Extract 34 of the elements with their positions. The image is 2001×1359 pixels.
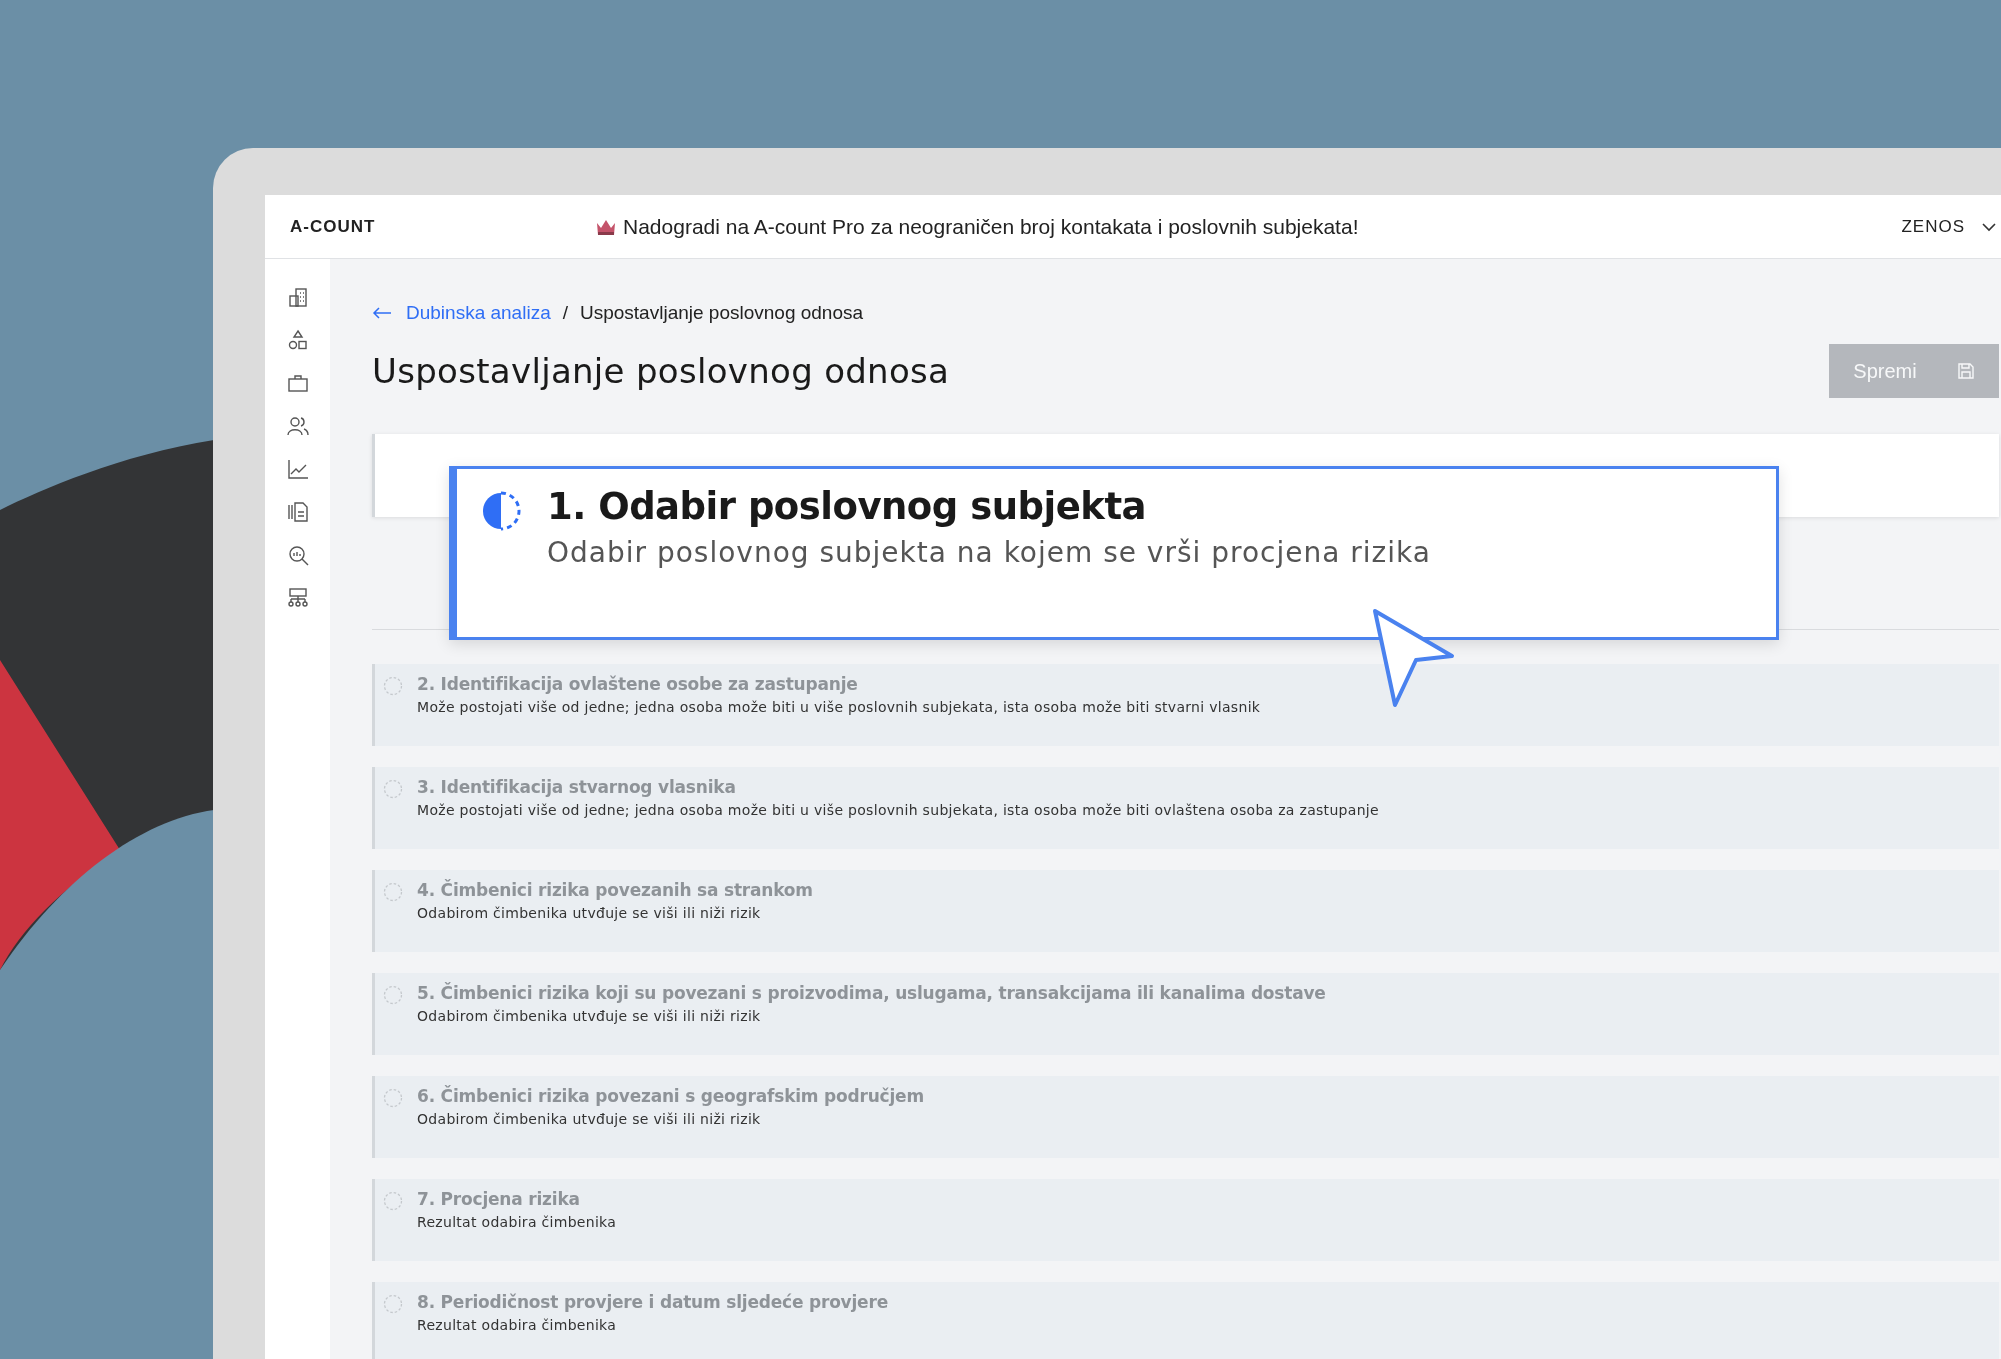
user-menu[interactable]: ZENOS	[1901, 216, 1965, 237]
document-icon[interactable]	[286, 501, 309, 523]
step-description: Odabirom čimbenika utvđuje se viši ili niži rizik	[417, 1111, 762, 1127]
callout-title: 1. Odabir poslovnog subjekta	[547, 485, 1148, 528]
breadcrumb-current: Uspostavljanje poslovnog odnosa	[580, 302, 864, 324]
back-link[interactable]: Dubinska analiza	[372, 302, 551, 324]
save-icon	[1956, 362, 1975, 380]
step-description: Rezultat odabira čimbenika	[417, 1317, 618, 1333]
briefcase-icon[interactable]	[286, 372, 309, 394]
page-title: Uspostavljanje poslovnog odnosa	[372, 351, 950, 391]
chevron-down-icon[interactable]	[1981, 221, 1997, 232]
logo: A-COUNT	[289, 216, 377, 237]
people-icon[interactable]	[286, 415, 309, 437]
step-title[interactable]: 2. Identifikacija ovlaštene osobe za zastupanje	[417, 674, 1261, 694]
step-title[interactable]: 5. Čimbenici rizika koji su povezani s proizvodima, uslugama, transakcijama ili kanalima dostave	[417, 983, 1326, 1003]
step-title[interactable]: 3. Identifikacija stvarnog vlasnika	[417, 777, 1379, 797]
breadcrumb-separator: /	[562, 302, 568, 324]
step-description: Odabirom čimbenika utvđuje se viši ili niži rizik	[417, 1008, 762, 1024]
callout-description: Odabir poslovnog subjekta na kojem se vrši procjena rizika	[547, 536, 1431, 569]
chart-icon[interactable]	[286, 458, 309, 480]
hierarchy-icon[interactable]	[286, 587, 309, 609]
search-icon[interactable]	[286, 544, 309, 566]
step-title[interactable]: 4. Čimbenici rizika povezanih sa strankom	[417, 880, 813, 900]
building-icon[interactable]	[286, 286, 309, 308]
back-arrow-icon[interactable]	[372, 307, 392, 319]
step-description: Može postojati više od jedne; jedna osoba može biti u više poslovnih subjekata, ista osoba može biti stvarni vlasnik	[417, 699, 1261, 715]
banner-text: Nadogradi na A-count Pro za neograničen broj kontakata i poslovnih subjekata!	[623, 214, 1359, 239]
step-title[interactable]: 6. Čimbenici rizika povezani s geografskim područjem	[417, 1086, 924, 1106]
step-description: Rezultat odabira čimbenika	[417, 1214, 617, 1230]
step-description: Može postojati više od jedne; jedna osoba može biti u više poslovnih subjekata, ista osoba može biti ovlaštena osoba za zastupanje	[417, 802, 1379, 818]
step-description: Odabirom čimbenika utvđuje se viši ili niži rizik	[417, 905, 762, 921]
step-title[interactable]: 8. Periodičnost provjere i datum sljedeće provjere	[417, 1292, 888, 1312]
shapes-icon[interactable]	[286, 329, 309, 351]
step-title[interactable]: 7. Procjena rizika	[417, 1189, 617, 1209]
